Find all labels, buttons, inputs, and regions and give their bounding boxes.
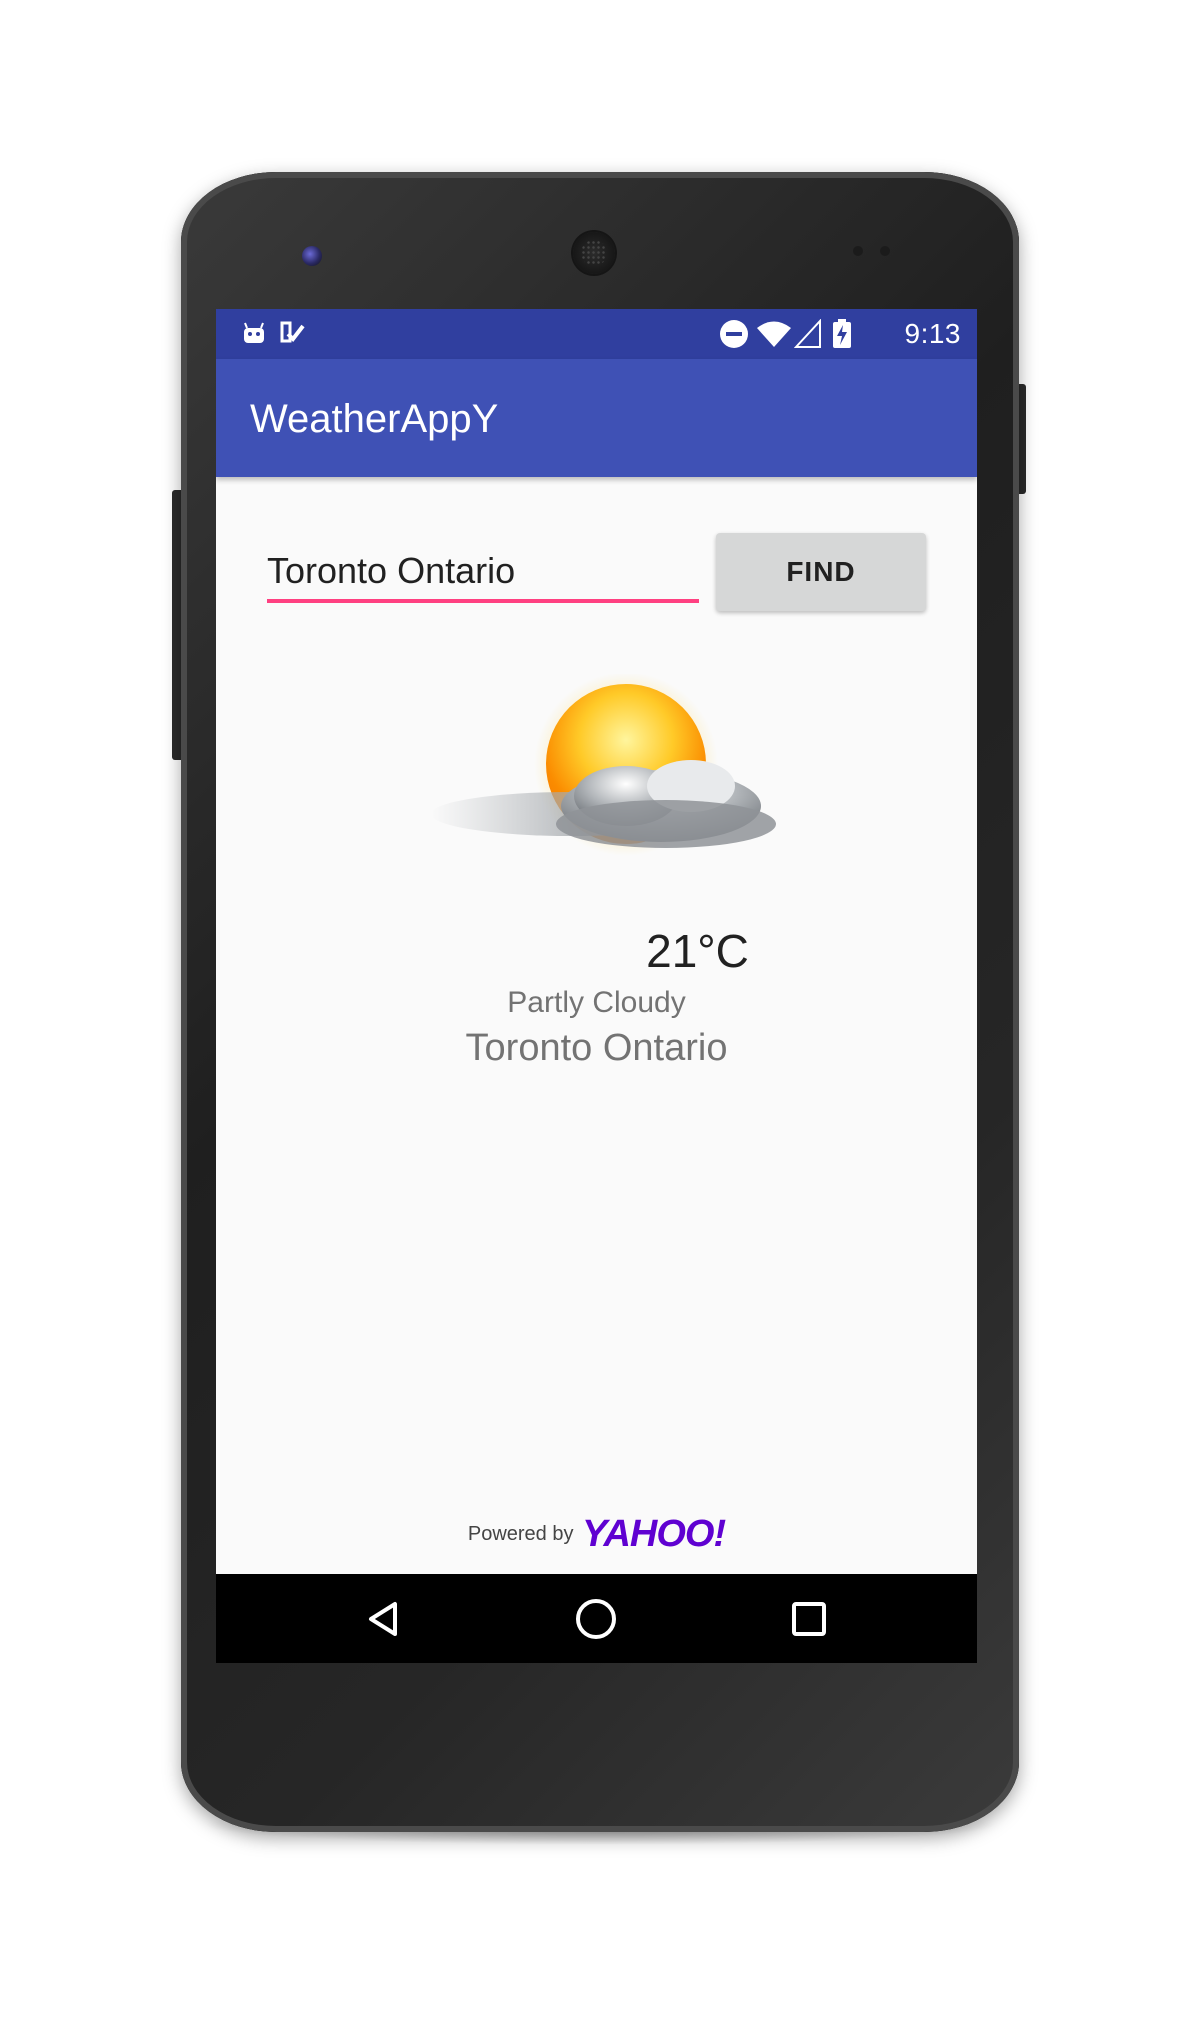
navigation-bar <box>216 1574 977 1663</box>
yahoo-logo: YAHOO! <box>581 1513 726 1555</box>
earpiece-speaker <box>573 232 615 274</box>
device-stage: 9:13 WeatherAppY FIND <box>0 0 1200 2029</box>
battery-charging-icon <box>832 319 852 355</box>
phone-screen: 9:13 WeatherAppY FIND <box>216 309 977 1663</box>
cell-signal-icon <box>793 318 822 355</box>
do-not-disturb-icon <box>719 319 749 355</box>
status-time: 9:13 <box>904 318 961 349</box>
city-search-input[interactable] <box>267 543 699 603</box>
proximity-sensor <box>853 246 863 256</box>
status-bar: 9:13 <box>216 309 977 359</box>
app-bar: WeatherAppY <box>216 359 977 477</box>
wifi-icon <box>756 319 792 355</box>
location-label: Toronto Ontario <box>465 1027 728 1069</box>
yahoo-attribution: Powered by YAHOO! <box>216 1513 977 1556</box>
home-icon[interactable] <box>573 1596 619 1642</box>
android-icon <box>240 319 268 353</box>
app-title: WeatherAppY <box>250 397 499 441</box>
back-icon[interactable] <box>362 1596 408 1642</box>
recents-icon[interactable] <box>786 1596 832 1642</box>
light-sensor <box>880 246 890 256</box>
condition-label: Partly Cloudy <box>507 986 686 1019</box>
front-camera <box>302 246 322 266</box>
partly-cloudy-icon <box>431 674 776 856</box>
powered-by-label: Powered by <box>467 1523 574 1545</box>
temperature-label: 21°C <box>646 925 749 977</box>
check-notification-icon <box>278 319 306 353</box>
find-button[interactable]: FIND <box>716 533 926 611</box>
